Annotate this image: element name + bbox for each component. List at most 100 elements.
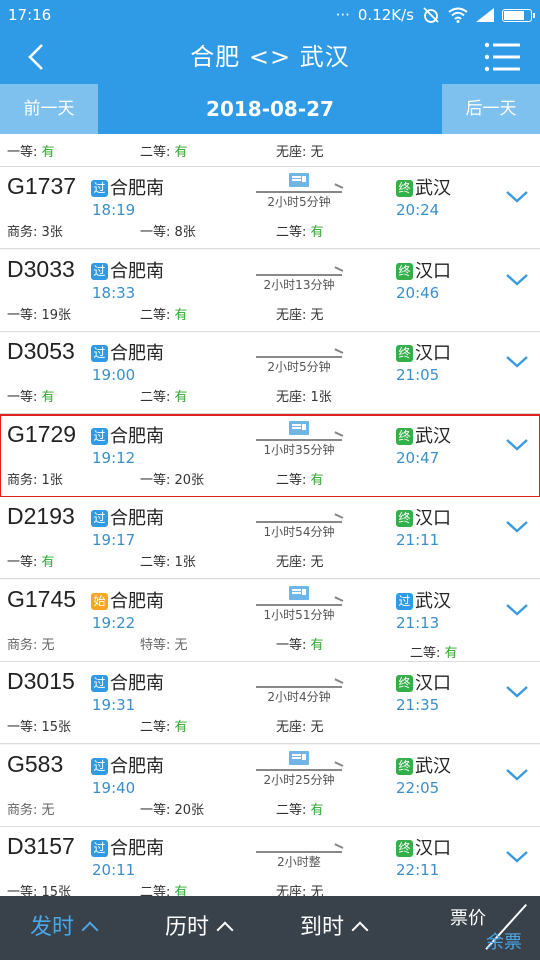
train-card[interactable]: D3053 过合肥南 19:00 2小时5分钟终汉口 21:05 一等: 有二等: 有无座… (0, 332, 540, 414)
station-badge: 过 (91, 345, 108, 362)
seat-label: 一等: (7, 307, 42, 323)
chevron-down-icon[interactable] (504, 596, 530, 622)
seat-availability: 无座: 无 (276, 141, 324, 160)
seat-label: 一等: (7, 390, 42, 405)
seat-label: 二等: (140, 555, 175, 570)
seat-value: 有 (174, 720, 188, 735)
arrival-station-name: 汉口 (415, 508, 451, 529)
arrival-time: 20:24 (396, 201, 440, 219)
arrival-station-name: 汉口 (415, 343, 451, 364)
seat-value: 有 (310, 637, 324, 653)
travel-duration: 2小时25分钟 (263, 772, 335, 787)
seat-availability: 特等: 无 (140, 634, 188, 653)
seat-value: 15张 (41, 720, 72, 735)
seat-availability: 一等: 8张 (140, 221, 196, 240)
seat-value: 无 (310, 885, 324, 896)
current-date[interactable]: 2018-08-27 (98, 84, 442, 134)
train-number: D2193 (7, 503, 75, 529)
chevron-down-icon[interactable] (504, 348, 530, 374)
sort-duration-button[interactable]: 历时 (165, 896, 234, 960)
sort-depart-button[interactable]: 发时 (30, 896, 99, 960)
arrival-station: 终汉口 (396, 669, 451, 695)
partial-train-seats[interactable]: 一等: 有二等: 有无座: 无 (0, 134, 540, 167)
date-navigation: 前一天 2018-08-27 后一天 (0, 84, 540, 134)
station-badge: 过 (91, 757, 108, 775)
seat-availability: 一等: 15张 (7, 716, 71, 735)
duration-indicator: 1小时54分钟 (256, 503, 342, 543)
train-number: G1729 (7, 420, 77, 447)
menu-button[interactable] (484, 42, 520, 72)
duration-indicator: 2小时5分钟 (256, 338, 342, 378)
arrival-time: 22:05 (396, 778, 440, 797)
seat-value: 1张 (310, 390, 332, 405)
seat-label: 一等: (140, 802, 175, 818)
station-badge: 终 (396, 675, 413, 692)
prev-day-button[interactable]: 前一天 (0, 84, 98, 134)
train-card[interactable]: G1737 过合肥南 18:19 2小时5分钟终武汉 20:24 商务: 3张 一等: 8张… (0, 167, 540, 249)
station-badge: 过 (91, 427, 108, 445)
station-badge: 过 (91, 262, 108, 280)
seat-availability: 一等: 20张 (140, 799, 204, 818)
departure-station: 始合肥南 (91, 587, 164, 613)
arrival-station-name: 武汉 (415, 590, 451, 612)
chevron-down-icon[interactable] (504, 183, 530, 209)
train-card[interactable]: D2193 过合肥南 19:17 1小时54分钟终汉口 21:11 一等: 有二等: 1张… (0, 497, 540, 579)
seat-availability: 二等: 有 (276, 799, 324, 818)
train-card[interactable]: D3157 过合肥南 20:11 2小时整终汉口 22:11 一等: 15张 二等: 有无座… (0, 827, 540, 896)
seat-label: 一等: (140, 472, 175, 488)
seat-value: 19张 (41, 307, 72, 323)
arrival-time: 21:13 (396, 613, 440, 632)
seat-availability: 无座: 无 (276, 304, 324, 323)
departure-station: 过合肥南 (91, 752, 164, 778)
chevron-down-icon[interactable] (504, 513, 530, 539)
arrival-station-name: 武汉 (415, 755, 451, 777)
sort-arrive-button[interactable]: 到时 (300, 896, 369, 960)
station-badge: 终 (396, 510, 413, 527)
train-card[interactable]: D3033 过合肥南 18:33 2小时13分钟 终汉口 20:46 一等: 19张 二等: … (0, 249, 540, 332)
arrival-time: 21:05 (396, 366, 440, 384)
departure-time: 18:33 (92, 283, 136, 302)
arrival-station: 过武汉 (396, 587, 451, 613)
chevron-down-icon[interactable] (504, 431, 530, 457)
seat-label: 二等: (140, 720, 175, 735)
seat-label: 二等: (276, 472, 311, 488)
train-card[interactable]: G1729 过合肥南 19:12 1小时35分钟 终武汉 20:47 商务: 1张 一等: 2… (0, 413, 540, 498)
departure-station-name: 合肥南 (110, 343, 164, 364)
departure-time: 19:12 (92, 448, 136, 467)
train-card[interactable]: G1745 始合肥南 19:22 1小时51分钟过武汉 21:13 商务: 无特等: 无一… (0, 579, 540, 662)
station-badge: 终 (396, 262, 413, 280)
seat-value: 有 (174, 390, 188, 405)
station-badge: 过 (91, 675, 108, 692)
seat-value: 无 (41, 637, 55, 653)
duration-indicator: 1小时51分钟 (256, 585, 342, 626)
seat-value: 有 (41, 555, 55, 570)
chevron-down-icon[interactable] (504, 761, 530, 787)
train-card[interactable]: D3015 过合肥南 19:31 2小时4分钟终汉口 21:35 一等: 15张 二等: 有… (0, 662, 540, 744)
price-remain-toggle[interactable]: 票价 余票 (436, 900, 527, 956)
sort-depart-label: 发时 (30, 915, 75, 940)
chevron-down-icon[interactable] (504, 843, 530, 869)
notification-dots: ··· (335, 6, 350, 24)
chevron-down-icon[interactable] (504, 678, 530, 704)
next-day-button[interactable]: 后一天 (442, 84, 540, 134)
travel-duration: 2小时4分钟 (267, 690, 331, 704)
remain-label: 余票 (486, 932, 522, 953)
list-menu-icon (484, 42, 520, 72)
seat-availability: 二等: 有 (410, 642, 458, 661)
chevron-up-icon (351, 921, 369, 939)
seat-availability: 商务: 3张 (7, 221, 63, 240)
train-card[interactable]: G583 过合肥南 19:40 2小时25分钟 终武汉 22:05 商务: 无 一等: 20张… (0, 744, 540, 827)
station-badge: 终 (396, 840, 413, 857)
train-number: G1737 (7, 173, 77, 199)
chevron-down-icon[interactable] (504, 266, 530, 292)
status-time: 17:16 (8, 6, 52, 24)
arrival-station-name: 汉口 (415, 838, 451, 859)
seat-label: 商务: (7, 802, 42, 818)
departure-time: 19:40 (92, 778, 136, 797)
seat-value: 20张 (174, 472, 205, 488)
seat-availability: 二等: 有 (140, 716, 188, 735)
seat-value: 有 (310, 472, 324, 488)
travel-duration: 1小时35分钟 (263, 442, 335, 457)
train-list[interactable]: 一等: 有二等: 有无座: 无 G1737 过合肥南 18:19 2小时5分钟终武汉 2… (0, 134, 540, 896)
page-title: 合肥 <> 武汉 (190, 43, 350, 71)
